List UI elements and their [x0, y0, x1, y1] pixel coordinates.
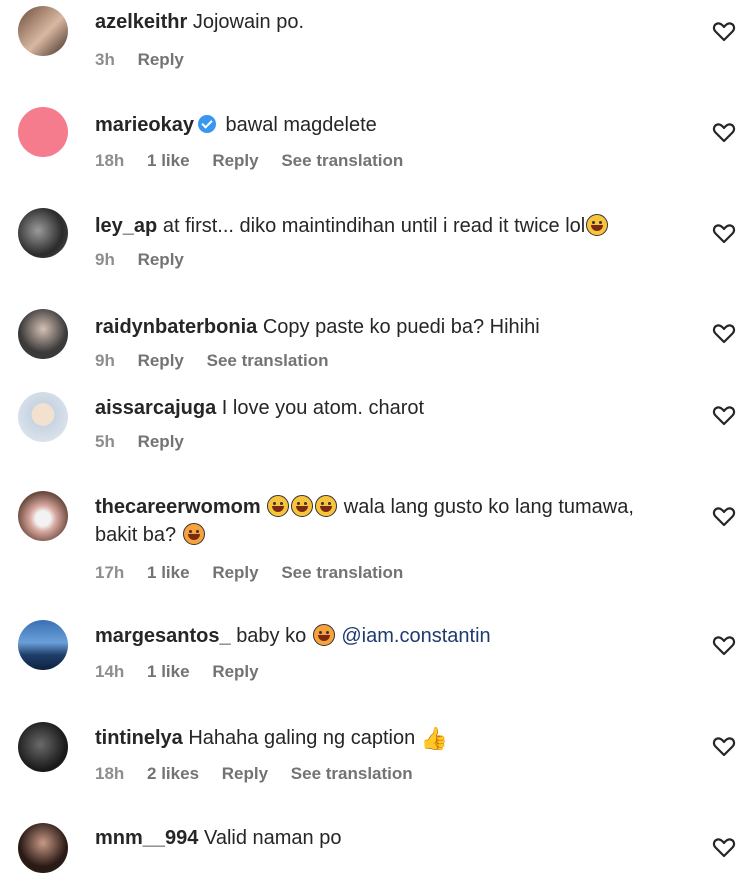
- avatar[interactable]: [18, 208, 68, 258]
- comment-body: I love you atom. charot: [221, 397, 425, 419]
- likes-count[interactable]: 1 like: [147, 151, 190, 170]
- reply-button[interactable]: Reply: [138, 50, 184, 69]
- timestamp: 18h: [95, 151, 125, 170]
- comment-text: margesantos_ baby ko @iam.constantin: [95, 622, 695, 650]
- avatar[interactable]: [18, 309, 68, 359]
- heart-outline-icon[interactable]: [712, 735, 736, 757]
- comment-text: mnm__994 Valid naman po: [95, 824, 695, 852]
- comment-meta: 3h Reply: [95, 50, 202, 70]
- username-link[interactable]: aissarcajuga: [95, 397, 216, 419]
- comment-meta: 18h 1 like Reply See translation: [95, 151, 421, 171]
- avatar[interactable]: [18, 107, 68, 157]
- heart-outline-icon[interactable]: [712, 121, 736, 143]
- heart-outline-icon[interactable]: [712, 20, 736, 42]
- grinning-emoji-icon: [182, 523, 205, 545]
- username-link[interactable]: margesantos_: [95, 625, 231, 647]
- username-link[interactable]: thecareerwomom: [95, 496, 261, 518]
- reply-button[interactable]: Reply: [212, 151, 258, 170]
- username-link[interactable]: ley_ap: [95, 215, 157, 237]
- verified-badge-icon: [197, 115, 216, 133]
- mention-link[interactable]: @iam.constantin: [341, 625, 490, 647]
- comment-text: thecareerwomom wala lang gusto ko lang t…: [95, 493, 695, 549]
- avatar[interactable]: [18, 722, 68, 772]
- heart-outline-icon[interactable]: [712, 836, 736, 858]
- thumbs-up-emoji-icon: 👍: [420, 726, 449, 751]
- comment-body: bawal magdelete: [225, 114, 377, 136]
- reply-button[interactable]: Reply: [138, 432, 184, 451]
- laughing-emoji-icon: [315, 495, 338, 517]
- timestamp: 9h: [95, 351, 115, 370]
- comment-body: wala lang gusto ko lang tumawa,: [343, 496, 634, 518]
- timestamp: 5h: [95, 432, 115, 451]
- username-link[interactable]: marieokay: [95, 114, 194, 136]
- heart-outline-icon[interactable]: [712, 634, 736, 656]
- reply-button[interactable]: Reply: [138, 351, 184, 370]
- comment-text: azelkeithr Jojowain po.: [95, 8, 695, 36]
- comment-text: raidynbaterbonia Copy paste ko puedi ba?…: [95, 313, 695, 341]
- comment-body-continued: bakit ba?: [95, 524, 177, 546]
- comment-meta: 17h 1 like Reply See translation: [95, 563, 421, 583]
- comment-body: Valid naman po: [203, 827, 342, 849]
- comment-text: ley_ap at first... diko maintindihan unt…: [95, 212, 695, 240]
- comment-text: tintinelya Hahaha galing ng caption 👍: [95, 724, 695, 753]
- reply-button[interactable]: Reply: [138, 250, 184, 269]
- likes-count[interactable]: 1 like: [147, 662, 190, 681]
- comment-body: at first... diko maintindihan until i re…: [162, 215, 586, 237]
- timestamp: 17h: [95, 563, 125, 582]
- heart-outline-icon[interactable]: [712, 322, 736, 344]
- comment-meta: 9h Reply See translation: [95, 351, 346, 371]
- username-link[interactable]: mnm__994: [95, 827, 198, 849]
- reply-button[interactable]: Reply: [222, 764, 268, 783]
- timestamp: 18h: [95, 764, 125, 783]
- comment-meta: 9h Reply: [95, 250, 202, 270]
- see-translation-button[interactable]: See translation: [207, 351, 329, 370]
- comment-body: Hahaha galing ng caption: [188, 727, 416, 749]
- grinning-emoji-icon: [312, 624, 335, 646]
- heart-outline-icon[interactable]: [712, 222, 736, 244]
- timestamp: 9h: [95, 250, 115, 269]
- see-translation-button[interactable]: See translation: [281, 563, 403, 582]
- reply-button[interactable]: Reply: [212, 662, 258, 681]
- heart-outline-icon[interactable]: [712, 404, 736, 426]
- avatar[interactable]: [18, 6, 68, 56]
- comment-meta: 5h Reply: [95, 432, 202, 452]
- comment-text: marieokay bawal magdelete: [95, 111, 695, 139]
- avatar[interactable]: [18, 823, 68, 873]
- comment-text: aissarcajuga I love you atom. charot: [95, 394, 695, 422]
- avatar[interactable]: [18, 392, 68, 442]
- username-link[interactable]: tintinelya: [95, 727, 183, 749]
- timestamp: 14h: [95, 662, 125, 681]
- laughing-emoji-icon: [267, 495, 290, 517]
- laughing-emoji-icon: [291, 495, 314, 517]
- comment-meta: 14h 1 like Reply: [95, 662, 277, 682]
- avatar[interactable]: [18, 491, 68, 541]
- see-translation-button[interactable]: See translation: [291, 764, 413, 783]
- see-translation-button[interactable]: See translation: [281, 151, 403, 170]
- username-link[interactable]: raidynbaterbonia: [95, 316, 257, 338]
- timestamp: 3h: [95, 50, 115, 69]
- likes-count[interactable]: 2 likes: [147, 764, 199, 783]
- avatar[interactable]: [18, 620, 68, 670]
- comment-body: Copy paste ko puedi ba? Hihihi: [262, 316, 540, 338]
- laughing-emoji-icon: [586, 214, 609, 236]
- comment-body: baby ko: [236, 625, 307, 647]
- likes-count[interactable]: 1 like: [147, 563, 190, 582]
- username-link[interactable]: azelkeithr: [95, 11, 187, 33]
- comment-meta: 18h 2 likes Reply See translation: [95, 764, 431, 784]
- reply-button[interactable]: Reply: [212, 563, 258, 582]
- comment-body: Jojowain po.: [192, 11, 305, 33]
- heart-outline-icon[interactable]: [712, 505, 736, 527]
